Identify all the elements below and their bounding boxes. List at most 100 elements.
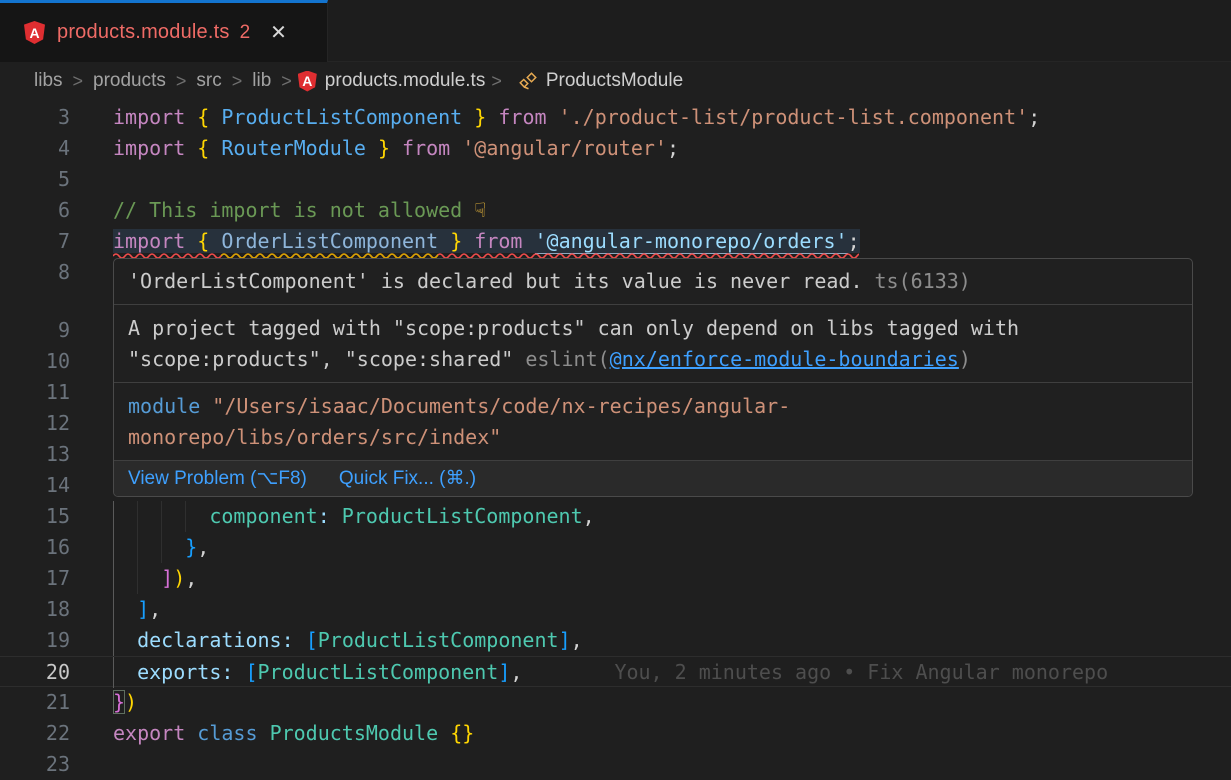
- token: ,: [149, 597, 161, 621]
- token: [462, 229, 474, 253]
- breadcrumb-symbol[interactable]: ProductsModule: [546, 70, 683, 92]
- token: from: [402, 136, 450, 160]
- token: [209, 105, 221, 129]
- token: [185, 105, 197, 129]
- line-number: 7: [0, 226, 70, 257]
- token: declarations:: [137, 628, 294, 652]
- token: ]: [137, 597, 149, 621]
- line-content: },: [113, 532, 209, 563]
- chevron-right-icon: >: [176, 71, 187, 92]
- code-line-19[interactable]: 19 declarations: [ProductListComponent],: [0, 625, 1231, 656]
- line-number: 8: [0, 257, 70, 288]
- hover-action-bar: View Problem (⌥F8) Quick Fix... (⌘.): [114, 461, 1192, 496]
- line-content: exports: [ProductListComponent],You, 2 m…: [113, 657, 1108, 688]
- code-line-3[interactable]: 3 import { ProductListComponent } from '.…: [0, 102, 1231, 133]
- line-content: }): [113, 687, 137, 718]
- ts-error-code: ts(6133): [875, 266, 971, 297]
- error-range-highlight: import { OrderListComponent } from '@ang…: [113, 229, 860, 253]
- token: [486, 105, 498, 129]
- code-line-22[interactable]: 22 export class ProductsModule {}: [0, 718, 1231, 749]
- token: {: [197, 229, 209, 253]
- line-content: export class ProductsModule {}: [113, 718, 474, 749]
- tab-products-module[interactable]: A products.module.ts 2 ✕: [0, 0, 328, 62]
- token: ,: [583, 504, 595, 528]
- token: from: [474, 229, 522, 253]
- breadcrumb-item-libs[interactable]: libs: [34, 70, 63, 92]
- line-content: // This import is not allowed ☟: [113, 195, 486, 226]
- token: ): [173, 566, 185, 590]
- code-line-23[interactable]: 23: [0, 749, 1231, 780]
- token: }: [474, 105, 486, 129]
- token: }: [378, 136, 390, 160]
- token: }: [450, 229, 462, 253]
- ts-message: 'OrderListComponent' is declared but its…: [128, 266, 863, 297]
- token: [330, 504, 342, 528]
- line-number: 5: [0, 164, 70, 195]
- token: '@angular/router': [462, 136, 667, 160]
- breadcrumb: libs>products>src>lib>Aproducts.module.t…: [0, 62, 1231, 100]
- line-number: 15: [0, 501, 70, 532]
- code-line-21[interactable]: 21}): [0, 687, 1231, 718]
- tab-bar: A products.module.ts 2 ✕: [0, 0, 1231, 62]
- line-number: 22: [0, 718, 70, 749]
- token: [258, 721, 270, 745]
- eslint-message-line2: "scope:products", "scope:shared" eslint(…: [128, 344, 1178, 375]
- line-content: declarations: [ProductListComponent],: [113, 625, 583, 656]
- git-blame-annotation: You, 2 minutes ago • Fix Angular monorep…: [614, 660, 1108, 684]
- eslint-message-line1: A project tagged with "scope:products" c…: [128, 313, 1178, 344]
- token: [: [306, 628, 318, 652]
- token: }: [185, 535, 197, 559]
- line-number: 14: [0, 470, 70, 501]
- line-number: 16: [0, 532, 70, 563]
- line-number: 3: [0, 102, 70, 133]
- code-line-18[interactable]: 18 ],: [0, 594, 1231, 625]
- token: [390, 136, 402, 160]
- token: export: [113, 721, 185, 745]
- token: [185, 721, 197, 745]
- breadcrumb-file[interactable]: products.module.ts: [325, 70, 486, 92]
- line-content: import { ProductListComponent } from './…: [113, 102, 1040, 133]
- token: [185, 136, 197, 160]
- token: import: [113, 105, 185, 129]
- eslint-rule-link[interactable]: @nx/enforce-module-boundaries: [610, 347, 959, 371]
- code-line-16[interactable]: 16 },: [0, 532, 1231, 563]
- code-line-15[interactable]: 15 component: ProductListComponent,: [0, 501, 1231, 532]
- angular-icon: A: [24, 21, 45, 44]
- token: ,: [197, 535, 209, 559]
- token: [113, 504, 209, 528]
- token: import: [113, 229, 185, 253]
- chevron-right-icon: >: [232, 71, 243, 92]
- token: ]: [161, 566, 173, 590]
- line-number: 10: [0, 346, 70, 377]
- code-line-6[interactable]: 6// This import is not allowed ☟: [0, 195, 1231, 226]
- breadcrumb-item-products[interactable]: products: [93, 70, 166, 92]
- token: [450, 136, 462, 160]
- token: [522, 229, 534, 253]
- module-path-line1: module "/Users/isaac/Documents/code/nx-r…: [128, 391, 1178, 422]
- code-line-4[interactable]: 4import { RouterModule } from '@angular/…: [0, 133, 1231, 164]
- view-problem-action[interactable]: View Problem (⌥F8): [128, 467, 307, 490]
- angular-icon: A: [298, 71, 317, 92]
- token: {: [197, 105, 209, 129]
- code-line-17[interactable]: 17 ]),: [0, 563, 1231, 594]
- code-editor[interactable]: 'OrderListComponent' is declared but its…: [0, 100, 1231, 780]
- breadcrumb-item-src[interactable]: src: [196, 70, 221, 92]
- breadcrumb-item-lib[interactable]: lib: [252, 70, 271, 92]
- line-number: 11: [0, 377, 70, 408]
- code-line-20[interactable]: 20 exports: [ProductListComponent],You, …: [0, 656, 1231, 687]
- code-line-7[interactable]: 7 import { OrderListComponent } from '@an…: [0, 226, 1231, 257]
- token: ]: [559, 628, 571, 652]
- token: [113, 566, 161, 590]
- module-path-line2: monorepo/libs/orders/src/index": [128, 422, 1178, 453]
- line-number: 20: [0, 657, 70, 688]
- quick-fix-action[interactable]: Quick Fix... (⌘.): [339, 467, 476, 490]
- hover-module-info: module "/Users/isaac/Documents/code/nx-r…: [114, 383, 1192, 461]
- line-number: 9: [0, 315, 70, 346]
- code-line-5[interactable]: 5: [0, 164, 1231, 195]
- token: [233, 660, 245, 684]
- token: {: [197, 136, 209, 160]
- line-number: 17: [0, 563, 70, 594]
- tab-close-icon[interactable]: ✕: [270, 23, 287, 43]
- chevron-right-icon: >: [281, 71, 292, 92]
- token: ,: [571, 628, 583, 652]
